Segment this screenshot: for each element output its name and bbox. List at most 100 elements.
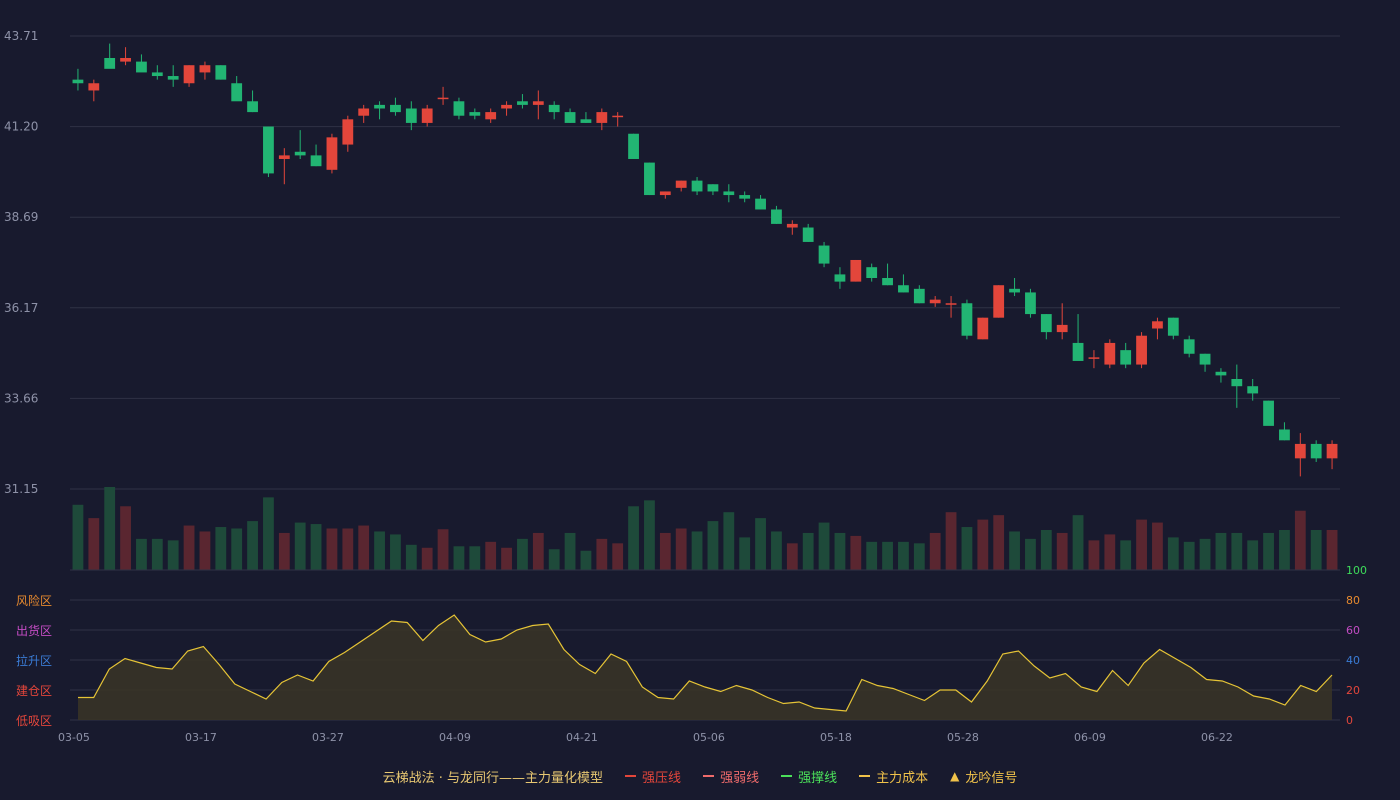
volume-bar [675,528,687,570]
volume-bar [263,497,274,570]
candle-body [453,101,465,116]
indicator-zone-label: 低吸区 [16,714,52,728]
price-tick-label: 31.15 [4,482,38,496]
volume-bar [913,543,925,570]
legend-label-strength-line: 强弱线 [720,770,760,786]
indicator-tick-label: 100 [1346,564,1367,577]
candle-body [1088,357,1100,359]
candle-body [882,278,893,286]
volume-bar [1279,529,1290,570]
candle-body [596,112,608,123]
candle-body [1279,429,1290,441]
legend-item-main-cost[interactable]: 主力成本 [859,767,928,786]
volume-bar [834,532,846,570]
volume-bar [294,522,306,570]
volume-bar [802,532,814,570]
candle-body [469,112,481,116]
volume-bar [1167,537,1179,570]
candle-body [850,259,862,282]
volume-bar [564,532,576,570]
candle-body [151,72,163,77]
volume-bar [390,534,401,570]
candle-body [1326,443,1338,459]
indicator-tick-label: 40 [1346,654,1360,667]
volume-bar [136,538,147,570]
candle-body [1183,339,1195,354]
volume-bar [1263,532,1274,570]
volume-bar [1326,529,1338,570]
candle-body [1025,292,1036,315]
volume-bar [612,543,624,570]
candle-body [263,126,274,174]
volume-bar [485,541,497,570]
volume-bar [548,549,560,570]
legend-swatch-strength-line [703,775,715,777]
candle-body [1310,443,1322,459]
x-tick-label: 06-09 [1074,731,1106,744]
candle-body [1040,314,1052,333]
x-tick-label: 03-17 [185,731,217,744]
legend-swatch-strong-pressure [625,775,637,777]
volume-bar [723,512,735,570]
volume-bar [628,506,639,570]
candle-body [358,108,370,116]
candle-body [755,198,766,210]
legend-item-dragon-signal[interactable]: ▲ 龙吟信号 [950,767,1017,786]
volume-bar [183,525,195,570]
legend-item-strong-pressure[interactable]: 强压线 [625,767,681,786]
volume-bar [1040,529,1052,570]
volume-bar [326,528,338,570]
legend-label-strong-support: 强撑线 [798,770,838,786]
candle-body [691,180,703,192]
candle-body [247,101,258,113]
volume-bar [882,541,893,570]
volume-bar [1183,541,1195,570]
volume-bar [167,540,179,570]
x-tick-label: 05-18 [820,731,852,744]
candle-body [929,299,941,304]
volume-bar [691,531,703,570]
candle-body [675,180,687,188]
volume-bar [1294,510,1306,570]
candle-body [1247,386,1259,394]
legend-title: 云梯战法 · 与龙同行——主力量化模型 [382,770,604,786]
volume-bar [104,487,116,570]
candle-body [1263,400,1274,426]
volume-bar [1025,538,1036,570]
price-tick-label: 38.69 [4,210,38,224]
volume-bar [501,547,512,570]
candle-body [818,245,830,264]
volume-bar [310,524,322,570]
x-tick-label: 06-22 [1201,731,1233,744]
volume-bar [120,506,131,570]
volume-bar [1009,531,1020,570]
volume-bar [199,531,211,570]
candle-body [913,288,925,304]
volume-bar [659,532,671,570]
volume-bar [374,531,385,570]
legend-swatch-main-cost [859,775,871,777]
legend-item-strong-support[interactable]: 强撑线 [781,767,837,786]
x-tick-label: 03-05 [58,731,90,744]
x-tick-label: 03-27 [312,731,344,744]
candle-body [1056,324,1068,333]
volume-bar [247,521,258,570]
legend-item-strength-line[interactable]: 强弱线 [703,767,759,786]
price-tick-label: 33.66 [4,391,38,405]
volume-bar [1120,540,1132,570]
volume-bar [437,529,449,570]
candle-body [961,303,973,336]
x-tick-label: 04-21 [566,731,598,744]
candle-body [898,285,909,293]
volume-bar [596,538,608,570]
volume-bar [453,546,465,570]
indicator-area [78,615,1332,720]
candle-body [1136,335,1147,365]
volume-bar [1072,515,1084,570]
volume-bar [977,519,989,570]
triangle-icon: ▲ [950,769,960,783]
volume-bar [929,532,941,570]
candle-body [1231,378,1243,387]
volume-bar [215,527,227,570]
candlestick-chart: 43.71 41.20 38.69 36.17 33.66 31.15 100 80 60 40 2… [4,29,1367,744]
